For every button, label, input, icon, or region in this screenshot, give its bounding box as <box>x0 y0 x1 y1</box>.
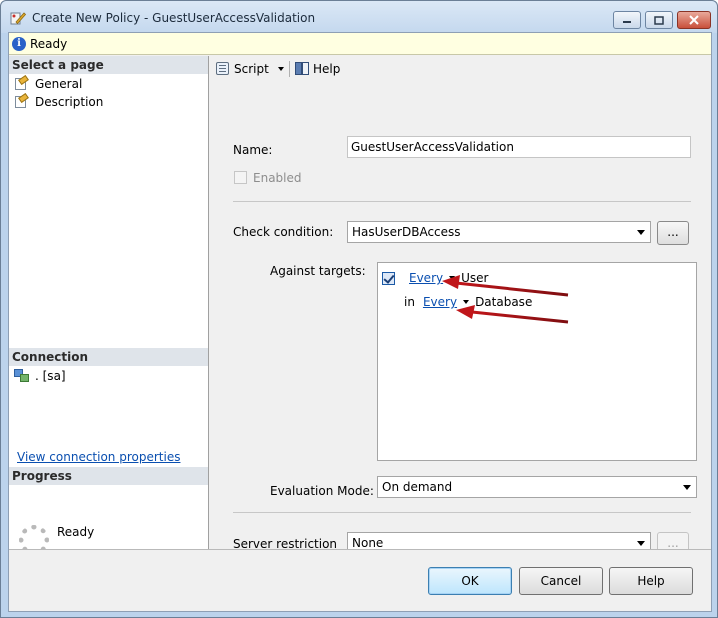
maximize-button[interactable] <box>645 11 673 29</box>
divider <box>233 512 691 513</box>
enabled-label: Enabled <box>253 171 302 185</box>
page-item-description[interactable]: Description <box>13 92 104 110</box>
window-title: Create New Policy - GuestUserAccessValid… <box>32 11 316 25</box>
evaluation-mode-value: On demand <box>382 480 453 494</box>
name-label: Name: <box>233 143 273 157</box>
dialog-client: i Ready Select a page General Descriptio… <box>8 32 712 612</box>
dialog-window: Create New Policy - GuestUserAccessValid… <box>0 0 718 618</box>
chevron-down-icon <box>637 230 645 235</box>
toolbar: Script Help <box>211 56 711 82</box>
general-page: Name: GuestUserAccessValidation Enabled … <box>211 82 711 556</box>
title-bar[interactable]: Create New Policy - GuestUserAccessValid… <box>1 1 717 33</box>
script-label: Script <box>234 61 269 76</box>
check-condition-select[interactable]: HasUserDBAccess <box>347 221 651 243</box>
evaluation-mode-select[interactable]: On demand <box>377 476 697 498</box>
cancel-button[interactable]: Cancel <box>519 567 603 595</box>
help-toolbar-button[interactable]: Help <box>295 61 340 76</box>
targets-tree: Every User in Every Database <box>377 262 697 461</box>
page-item-label: General <box>35 77 83 91</box>
progress-status: Ready <box>57 525 95 539</box>
help-button[interactable]: Help <box>609 567 693 595</box>
check-condition-label: Check condition: <box>233 225 334 239</box>
status-text: Ready <box>30 37 68 51</box>
page-item-label: Description <box>35 95 104 109</box>
left-pane: Select a page General Description Connec… <box>9 56 209 555</box>
server-connection-icon <box>14 369 30 383</box>
connection-label: . [sa] <box>35 369 66 383</box>
enabled-checkbox[interactable] <box>234 171 247 184</box>
against-targets-label: Against targets: <box>270 264 366 278</box>
page-properties-icon <box>13 74 29 91</box>
connection-item: . [sa] <box>14 369 66 383</box>
maximize-icon <box>654 15 664 25</box>
target-user-checkbox[interactable] <box>382 271 395 285</box>
policy-icon <box>10 12 26 25</box>
help-label: Help <box>313 61 341 76</box>
info-icon: i <box>12 37 26 51</box>
page-properties-icon <box>13 92 29 109</box>
chevron-down-icon <box>683 485 691 490</box>
view-connection-properties-link[interactable]: View connection properties <box>17 450 180 464</box>
check-condition-value: HasUserDBAccess <box>352 225 461 239</box>
help-book-icon <box>295 61 310 76</box>
progress-header: Progress <box>9 467 208 485</box>
evaluation-mode-label: Evaluation Mode: <box>270 484 374 498</box>
chevron-down-icon[interactable] <box>277 66 284 71</box>
chevron-down-icon <box>637 541 645 546</box>
annotation-arrow-icon <box>442 275 569 324</box>
script-icon <box>215 61 231 76</box>
status-bar: i Ready <box>9 33 711 55</box>
page-item-general[interactable]: General <box>13 74 83 92</box>
minimize-button[interactable] <box>613 11 641 29</box>
divider <box>233 201 691 202</box>
script-button[interactable]: Script <box>215 61 284 76</box>
select-page-header: Select a page <box>9 56 208 74</box>
toolbar-separator <box>289 61 290 77</box>
server-restriction-value: None <box>352 536 384 550</box>
button-bar: OK Cancel Help <box>9 549 711 611</box>
close-button[interactable] <box>677 11 711 29</box>
connection-header: Connection <box>9 348 208 366</box>
ok-button[interactable]: OK <box>428 567 512 595</box>
close-icon <box>689 15 699 25</box>
check-condition-ellipsis-button[interactable]: ... <box>657 221 689 245</box>
name-input[interactable]: GuestUserAccessValidation <box>347 136 691 158</box>
minimize-icon <box>623 21 631 23</box>
target-in-label: in <box>404 295 415 309</box>
